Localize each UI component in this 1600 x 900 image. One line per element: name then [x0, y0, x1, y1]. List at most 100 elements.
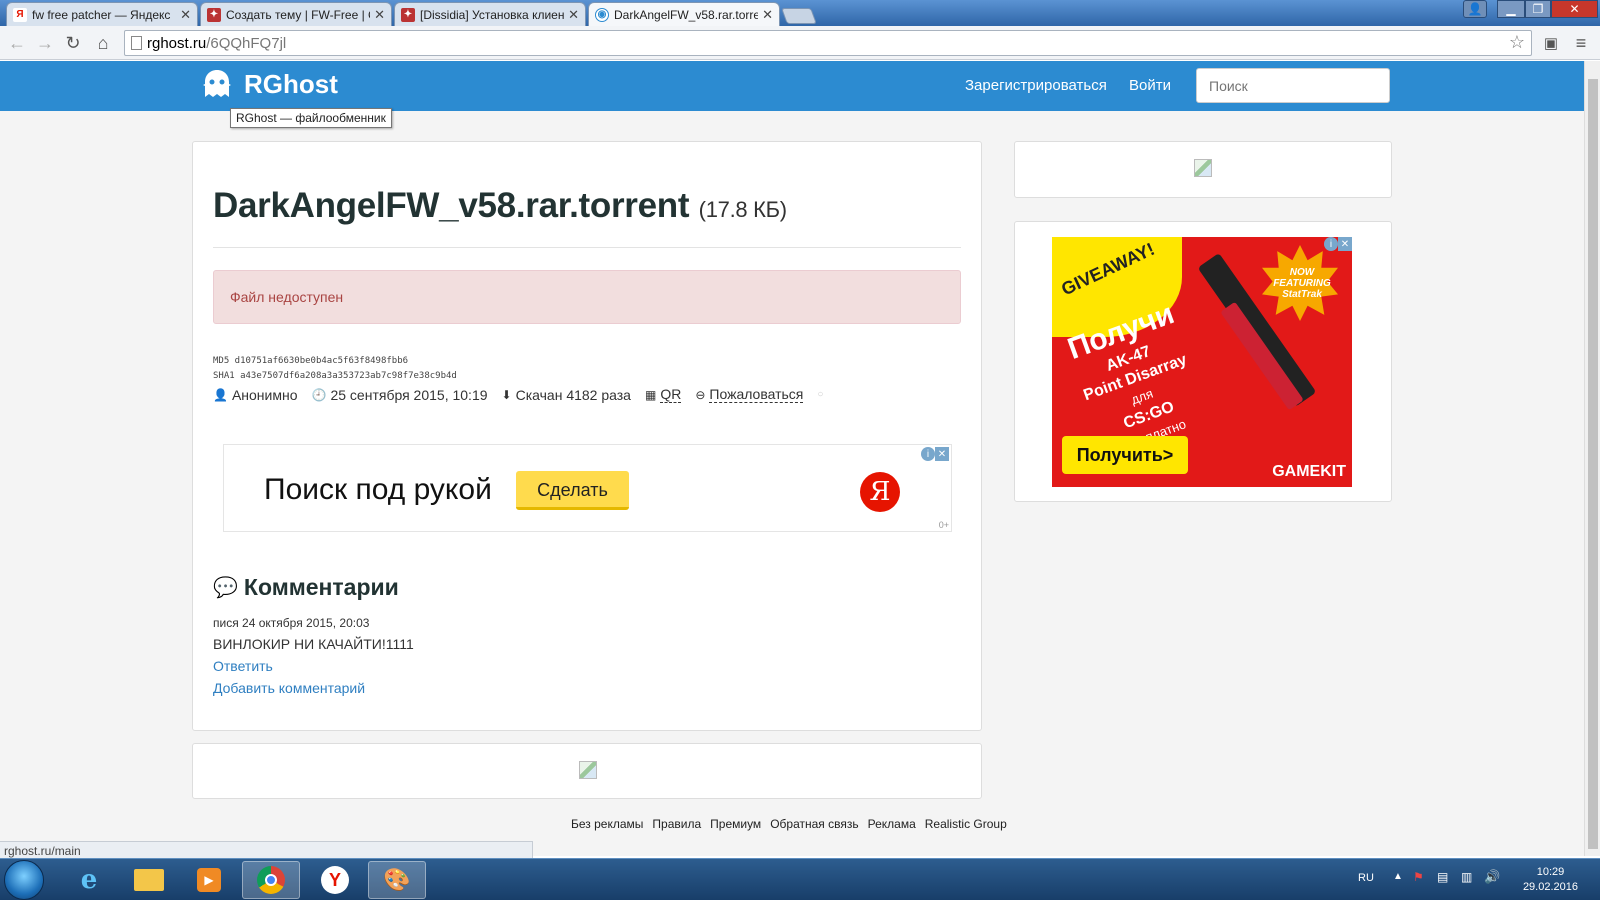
restore-button[interactable]: ❐: [1525, 0, 1551, 18]
tab-close-icon[interactable]: ✕: [568, 7, 579, 23]
taskbar-clock[interactable]: 10:29 29.02.2016: [1523, 865, 1578, 895]
back-arrow-icon[interactable]: ←: [6, 32, 28, 54]
tab-close-icon[interactable]: ✕: [374, 7, 385, 23]
qr-meta[interactable]: ▦ QR: [644, 386, 682, 403]
bookmark-star-icon[interactable]: ☆: [1509, 32, 1525, 53]
address-bar[interactable]: rghost.ru/6QQhFQ7jl ☆: [124, 30, 1532, 56]
home-icon[interactable]: ⌂: [92, 32, 114, 54]
footer-link-realistic-group[interactable]: Realistic Group: [925, 817, 1007, 831]
tab-close-icon[interactable]: ✕: [180, 7, 191, 23]
fw-free-favicon-icon: ✦: [207, 7, 221, 22]
volume-icon[interactable]: 🔊: [1484, 869, 1500, 885]
forward-arrow-icon[interactable]: →: [34, 32, 56, 54]
footer-link-no-ads[interactable]: Без рекламы: [571, 817, 643, 831]
logo-text: RGhost: [244, 68, 338, 99]
network-icon[interactable]: ▥: [1461, 870, 1472, 884]
sidebar-ad-panel-top: [1014, 141, 1392, 198]
logo-tooltip: RGhost — файлообменник: [230, 108, 392, 128]
age-rating: 0+: [938, 520, 949, 530]
clock-time: 10:29: [1536, 866, 1565, 878]
user-profile-icon[interactable]: 👤: [1463, 0, 1487, 18]
stattrak-badge-text: NOW FEATURING StatTrak: [1273, 267, 1331, 300]
menu-icon[interactable]: ≡: [1570, 32, 1592, 54]
ad-close-icon[interactable]: ✕: [935, 447, 949, 461]
device-icon[interactable]: ▤: [1437, 870, 1448, 884]
gamekit-brand: GAMEKIT: [1272, 463, 1346, 480]
action-center-icon[interactable]: ⚑: [1413, 870, 1424, 884]
tab-fw-free[interactable]: ✦ Создать тему | FW-Free | С ✕: [200, 2, 392, 26]
download-icon: ⬇: [501, 387, 512, 402]
qr-code-icon: ▦: [644, 387, 657, 402]
paint-icon[interactable]: 🎨: [368, 861, 426, 899]
file-title: DarkAngelFW_v58.rar.torrent (17.8 КБ): [213, 186, 787, 226]
ad-get-button[interactable]: Получить>: [1062, 436, 1188, 474]
sha1-hash: SHA1 a43e7507df6a208a3a353723ab7c98f7e38…: [213, 371, 457, 381]
comments-title: Комментарии: [243, 574, 399, 600]
footer-link-feedback[interactable]: Обратная связь: [770, 817, 858, 831]
ad-action-button[interactable]: Сделать: [516, 471, 629, 510]
tab-title: DarkAngelFW_v58.rar.torre: [614, 7, 759, 22]
chrome-taskbar-icon[interactable]: [242, 861, 300, 899]
comment-text: ВИНЛОКИР НИ КАЧАЙТИ!1111: [213, 636, 414, 652]
close-window-button[interactable]: ✕: [1551, 0, 1598, 18]
loading-icon: ○: [817, 389, 824, 400]
qr-link[interactable]: QR: [660, 386, 682, 403]
login-link[interactable]: Войти: [1129, 77, 1171, 94]
tab-title: [Dissidia] Установка клиен: [420, 7, 565, 22]
new-tab-button[interactable]: [781, 8, 817, 24]
internet-explorer-icon[interactable]: e: [60, 861, 118, 899]
ad-text: Поиск под рукой: [264, 473, 492, 506]
ad-info-icon[interactable]: i: [921, 447, 935, 461]
ghost-logo-icon: [203, 70, 231, 97]
fw-free-favicon-icon: ✦: [401, 7, 415, 22]
language-indicator[interactable]: RU: [1358, 872, 1374, 884]
report-meta[interactable]: ⊖ Пожаловаться: [695, 386, 804, 403]
file-explorer-icon[interactable]: [120, 861, 178, 899]
reload-icon[interactable]: ↻: [62, 32, 84, 54]
file-size: (17.8 КБ): [698, 197, 787, 222]
footer-link-premium[interactable]: Премиум: [710, 817, 761, 831]
search-input[interactable]: [1196, 68, 1390, 103]
divider: [213, 247, 961, 248]
yandex-ad-banner[interactable]: Поиск под рукой Сделать Я i ✕ 0+: [223, 444, 952, 532]
bottom-ad-panel: [192, 743, 982, 799]
footer-link-advertising[interactable]: Реклама: [868, 817, 916, 831]
downloads-meta: ⬇ Скачан 4182 раза: [502, 387, 631, 403]
gamekit-ad-banner[interactable]: NOW FEATURING StatTrak GIVEAWAY! Получи …: [1052, 237, 1352, 487]
yandex-logo-icon: Я: [860, 472, 900, 512]
file-meta: 👤 Анонимно 🕘 25 сентября 2015, 10:19 ⬇ С…: [213, 386, 823, 403]
page-icon: [131, 36, 142, 50]
minus-circle-icon: ⊖: [695, 387, 706, 402]
scrollbar-thumb[interactable]: [1588, 79, 1598, 849]
file-panel: DarkAngelFW_v58.rar.torrent (17.8 КБ) Фа…: [192, 141, 982, 731]
start-button[interactable]: [4, 860, 44, 900]
md5-hash: MD5 d10751af6630be0b4ac5f63f8498fbb6: [213, 356, 409, 366]
ad-close-icon[interactable]: ✕: [1338, 237, 1352, 251]
site-logo[interactable]: RGhost: [200, 67, 338, 101]
tray-expand-icon[interactable]: ▲: [1393, 871, 1403, 882]
reply-link[interactable]: Ответить: [213, 658, 273, 674]
extension-icon[interactable]: ▣: [1540, 32, 1562, 54]
ad-info-icon[interactable]: i: [1324, 237, 1338, 251]
address-host: rghost.ru: [147, 34, 207, 52]
media-player-icon[interactable]: ▶: [180, 861, 238, 899]
broken-image-icon: [1194, 159, 1212, 177]
tab-close-icon[interactable]: ✕: [762, 7, 773, 23]
file-unavailable-alert: Файл недоступен: [213, 270, 961, 324]
register-link[interactable]: Зарегистрироваться: [965, 77, 1107, 94]
report-link[interactable]: Пожаловаться: [709, 386, 804, 403]
tab-rghost-active[interactable]: ◉ DarkAngelFW_v58.rar.torre ✕: [588, 2, 780, 26]
site-header: RGhost Зарегистрироваться Войти: [0, 61, 1584, 111]
footer-link-rules[interactable]: Правила: [652, 817, 701, 831]
tab-dissidia[interactable]: ✦ [Dissidia] Установка клиен ✕: [394, 2, 586, 26]
address-path: /6QQhFQ7jl: [206, 34, 287, 52]
page-scrollbar[interactable]: [1584, 61, 1600, 856]
add-comment-link[interactable]: Добавить комментарий: [213, 680, 365, 696]
minimize-button[interactable]: ▁: [1497, 0, 1525, 18]
tab-yandex[interactable]: Я fw free patcher — Яндекс ✕: [6, 2, 198, 26]
comment-meta: пися 24 октября 2015, 20:03: [213, 616, 369, 630]
yandex-browser-icon[interactable]: Y: [306, 861, 364, 899]
footer-links: Без рекламы Правила Премиум Обратная свя…: [571, 817, 1016, 831]
browser-tab-strip: Я fw free patcher — Яндекс ✕ ✦ Создать т…: [0, 0, 1600, 26]
date-meta: 🕘 25 сентября 2015, 10:19: [312, 387, 488, 403]
